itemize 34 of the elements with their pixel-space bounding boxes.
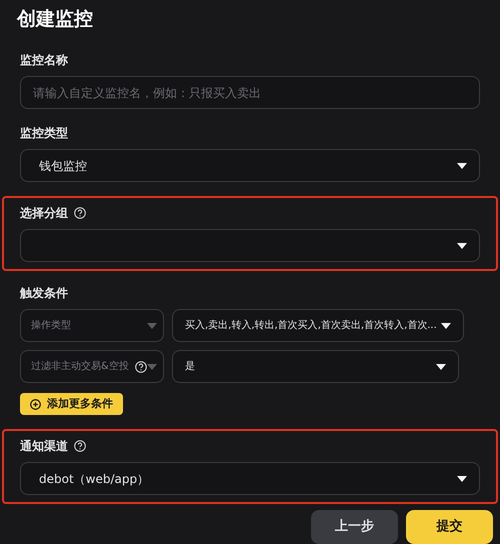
caret-icon — [147, 322, 157, 328]
monitor-name-field[interactable]: 请输入自定义监控名，例如：只报买入卖出 — [20, 76, 480, 109]
caret-icon — [440, 322, 451, 328]
select-field[interactable]: debot（web/app） — [20, 462, 480, 495]
help-icon[interactable] — [74, 440, 86, 452]
field-label: 选择分组 — [20, 205, 68, 222]
field-label: 触发条件 — [20, 285, 68, 302]
condition-field-select[interactable]: 过滤非主动交易&空投 — [20, 350, 164, 383]
page-title: 创建监控 — [16, 7, 94, 32]
submit-button[interactable]: 提交 — [406, 510, 493, 544]
select-field[interactable]: 钱包监控 — [20, 149, 480, 182]
condition-value-select[interactable]: 买入,卖出,转入,转出,首次买入,首次卖出,首次转入,首次... — [172, 309, 464, 342]
condition-field-select[interactable]: 操作类型 — [20, 309, 164, 342]
condition-field: 操作类型 — [31, 318, 71, 333]
condition-field: 过滤非主动交易&空投 — [31, 359, 129, 374]
select-value: debot（web/app） — [39, 470, 150, 488]
back-button[interactable]: 上一步 — [311, 510, 398, 544]
select-field[interactable] — [20, 229, 480, 262]
caret-icon — [457, 476, 467, 482]
help-icon[interactable] — [74, 207, 86, 219]
condition-value-select[interactable]: 是 — [172, 350, 459, 383]
select-value: 钱包监控 — [39, 158, 87, 174]
caret-icon — [457, 242, 467, 248]
add-condition-button[interactable]: 添加更多条件 — [20, 393, 123, 415]
field-label: 通知渠道 — [20, 438, 68, 455]
caret-icon — [457, 162, 467, 168]
field-label: 监控类型 — [20, 125, 68, 142]
caret-icon — [147, 364, 157, 370]
condition-value: 买入,卖出,转入,转出,首次买入,首次卖出,首次转入,首次... — [185, 318, 437, 333]
condition-value: 是 — [185, 360, 195, 374]
plus-circle-icon — [30, 398, 41, 410]
field-label: 监控名称 — [20, 52, 68, 69]
help-icon[interactable] — [135, 360, 147, 372]
caret-icon — [436, 364, 446, 370]
